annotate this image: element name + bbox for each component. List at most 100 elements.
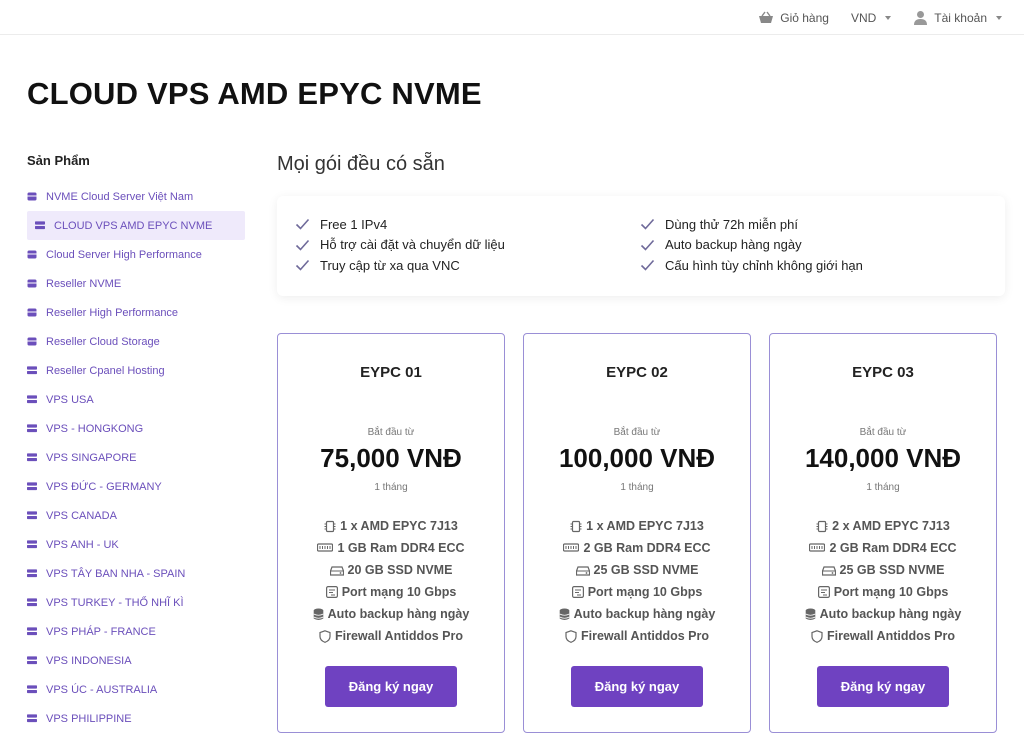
sidebar-item[interactable]: Cloud Server High Performance [27,240,247,269]
check-icon [640,239,655,251]
sidebar-item-label: VPS TÂY BAN NHA - SPAIN [46,567,186,580]
cpu-icon [816,520,828,533]
network-icon [571,586,584,598]
spec-text: 2 GB Ram DDR4 ECC [583,541,711,555]
spec-item: 1 GB Ram DDR4 ECC [278,537,504,559]
register-button[interactable]: Đăng ký ngay [817,666,949,707]
server-icon [27,453,37,462]
spec-item: Firewall Antiddos Pro [278,625,504,647]
spec-item: Firewall Antiddos Pro [770,625,996,647]
database-icon [559,608,570,621]
plan-price: 75,000 VNĐ [320,443,462,473]
spec-text: 20 GB SSD NVME [347,563,453,577]
price-from-label: Bắt đầu từ [367,427,415,438]
sidebar-item[interactable]: VPS TURKEY - THỔ NHĨ KÌ [27,588,247,617]
server-icon [27,627,37,636]
sidebar-item[interactable]: NVME Cloud Server Việt Nam [27,182,247,211]
spec-item: Port mạng 10 Gbps [524,581,750,603]
price-from-label: Bắt đầu từ [859,427,907,438]
feature-item: Dùng thử 72h miễn phí [640,214,985,235]
spec-text: 1 x AMD EPYC 7J13 [340,519,458,533]
sidebar-item[interactable]: VPS CANADA [27,501,247,530]
plan-name: EYPC 02 [606,364,668,381]
pricing-card: EYPC 01 Bắt đầu từ 75,000 VNĐ 1 tháng 1 x AM… [277,333,505,733]
spec-text: 25 GB SSD NVME [593,563,699,577]
spec-item: Auto backup hàng ngày [278,603,504,625]
sidebar-item-label: VPS USA [46,393,94,406]
sidebar-item-label: VPS CANADA [46,509,117,522]
sidebar-item[interactable]: CLOUD VPS AMD EPYC NVME [27,211,245,240]
spec-item: 25 GB SSD NVME [524,559,750,581]
spec-item: Port mạng 10 Gbps [770,581,996,603]
server-icon [27,395,37,404]
account-label: Tài khoản [934,10,987,25]
sidebar-item-label: Reseller High Performance [46,306,179,319]
ram-icon [809,543,826,553]
feature-item: Hỗ trợ cài đặt và chuyển dữ liệu [295,235,640,256]
features-right-column: Dùng thử 72h miễn phí Auto backup hàng ng… [640,214,985,278]
spec-text: 25 GB SSD NVME [839,563,945,577]
box-icon [27,337,37,346]
billing-period: 1 tháng [620,482,654,493]
spec-item: 2 GB Ram DDR4 ECC [770,537,996,559]
network-icon [325,586,338,598]
box-icon [27,192,37,201]
top-bar-actions: Giỏ hàng VND Tài khoản [758,0,1002,35]
spec-item: 1 x AMD EPYC 7J13 [278,515,504,537]
sidebar-item[interactable]: Reseller High Performance [27,298,247,327]
sidebar-item[interactable]: VPS PHILIPPINE [27,704,247,733]
plan-price: 140,000 VNĐ [804,443,962,473]
server-icon [27,714,37,723]
register-button[interactable]: Đăng ký ngay [571,666,703,707]
spec-list: 1 x AMD EPYC 7J13 2 GB Ram DDR4 ECC 25 GB … [524,515,750,647]
sidebar-item-label: VPS SINGAPORE [46,451,137,464]
cpu-icon [324,520,336,533]
sidebar-item-label: Reseller Cpanel Hosting [46,364,165,377]
plan-price: 100,000 VNĐ [558,443,716,473]
cpu-icon [570,520,582,533]
sidebar-item[interactable]: VPS INDONESIA [27,646,247,675]
sidebar-item[interactable]: VPS - HONGKONG [27,414,247,443]
user-icon [913,10,928,25]
pricing-card: EYPC 03 Bắt đầu từ 140,000 VNĐ 1 tháng 2 x A… [769,333,997,733]
sidebar-item-label: VPS - HONGKONG [46,422,144,435]
disk-icon [329,565,344,576]
spec-item: 2 GB Ram DDR4 ECC [524,537,750,559]
register-button[interactable]: Đăng ký ngay [325,666,457,707]
sidebar-item-label: Cloud Server High Performance [46,248,202,261]
server-icon [27,511,37,520]
sidebar-item[interactable]: VPS ANH - UK [27,530,247,559]
chevron-down-icon [996,15,1002,20]
sidebar-item[interactable]: Reseller NVME [27,269,247,298]
cart-link[interactable]: Giỏ hàng [758,11,829,25]
check-icon [295,218,310,230]
spec-text: Auto backup hàng ngày [573,607,716,621]
sidebar-item-label: VPS PHÁP - FRANCE [46,625,156,638]
features-box: Free 1 IPv4 Hỗ trợ cài đặt và chuyển dữ l… [277,196,1005,296]
sidebar-item[interactable]: Reseller Cloud Storage [27,327,247,356]
billing-period: 1 tháng [374,482,408,493]
sidebar-title: Sản Phẩm [27,153,90,168]
box-icon [27,279,37,288]
sidebar-item[interactable]: VPS PHÁP - FRANCE [27,617,247,646]
disk-icon [575,565,590,576]
account-menu[interactable]: Tài khoản [913,10,1002,25]
sidebar-item[interactable]: VPS SINGAPORE [27,443,247,472]
sidebar-item-label: Reseller NVME [46,277,122,290]
sidebar-item[interactable]: VPS ÚC - AUSTRALIA [27,675,247,704]
shield-icon [565,629,577,643]
sidebar-item[interactable]: VPS ĐỨC - GERMANY [27,472,247,501]
server-icon [27,685,37,694]
spec-text: Firewall Antiddos Pro [826,629,956,643]
currency-select[interactable]: VND [851,11,892,25]
spec-text: 2 GB Ram DDR4 ECC [829,541,957,555]
sidebar-item[interactable]: VPS USA [27,385,247,414]
sidebar-list: NVME Cloud Server Việt Nam CLOUD VPS AMD … [27,182,247,733]
sidebar-item-label: VPS ÚC - AUSTRALIA [46,683,158,696]
sidebar: Sản Phẩm NVME Cloud Server Việt Nam CLOUD… [27,153,247,733]
spec-text: Port mạng 10 Gbps [341,585,457,599]
sidebar-item[interactable]: VPS TÂY BAN NHA - SPAIN [27,559,247,588]
sidebar-item-label: NVME Cloud Server Việt Nam [46,190,194,203]
sidebar-item[interactable]: Reseller Cpanel Hosting [27,356,247,385]
sidebar-item-label: Reseller Cloud Storage [46,335,160,348]
